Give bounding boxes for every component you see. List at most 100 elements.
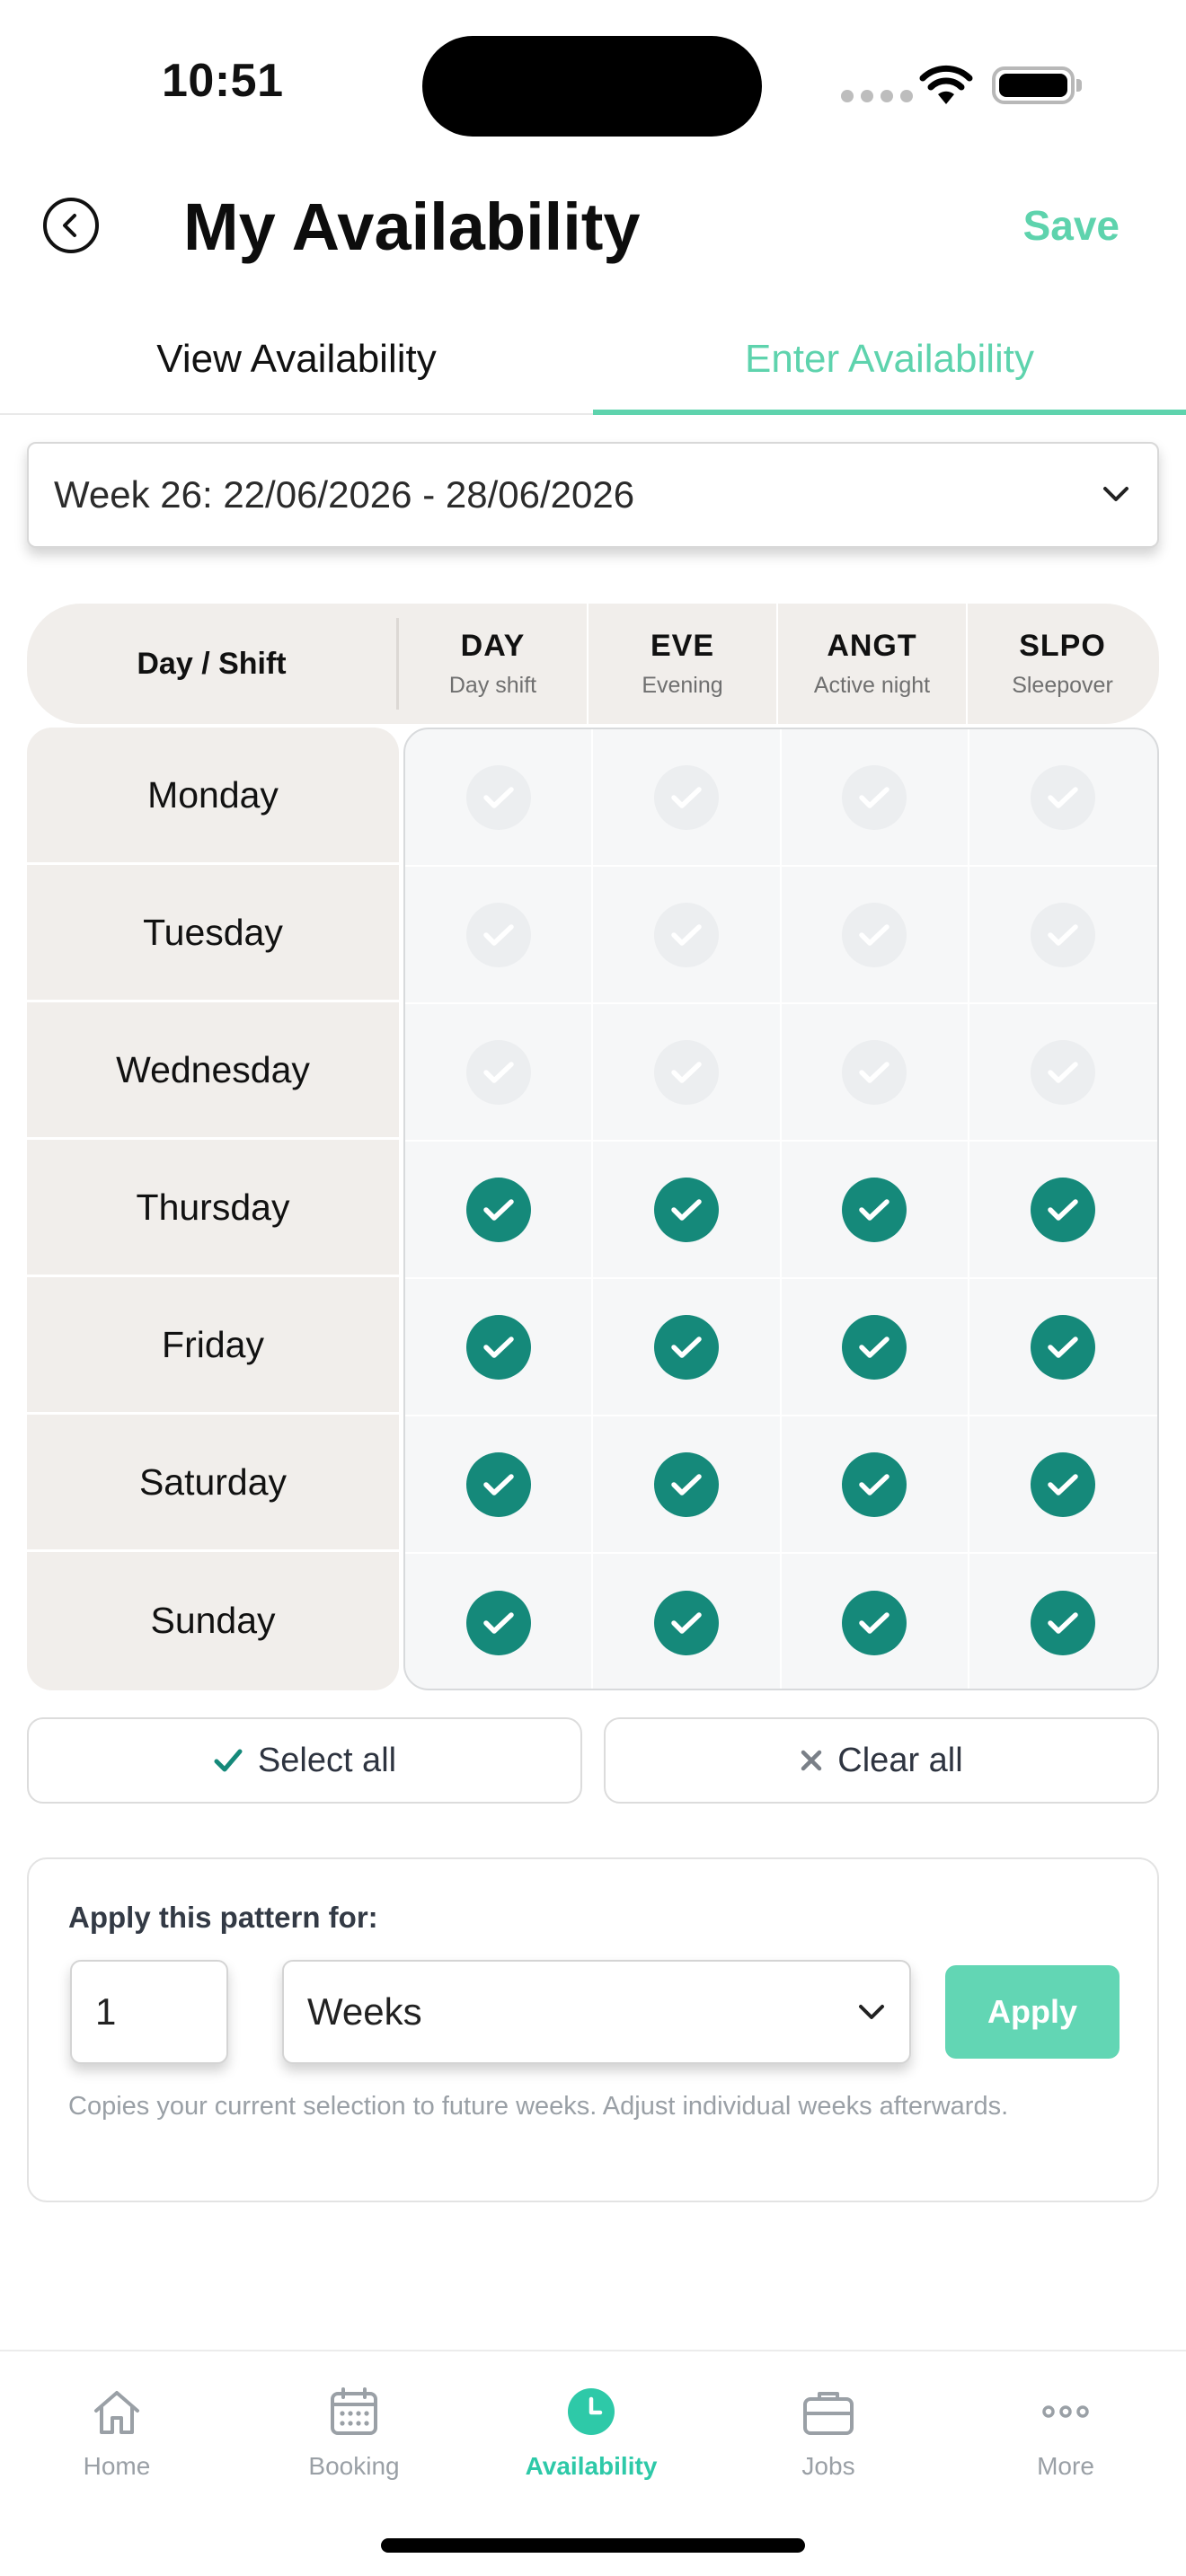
day-label-saturday: Saturday xyxy=(27,1415,399,1552)
pattern-unit-select[interactable]: Weeks xyxy=(282,1960,911,2064)
tab-view-availability[interactable]: View Availability xyxy=(0,305,593,413)
availability-cell-thursday-slpo[interactable] xyxy=(969,1142,1157,1277)
availability-cell-thursday-eve[interactable] xyxy=(593,1142,782,1277)
availability-cell-sunday-slpo[interactable] xyxy=(969,1554,1157,1689)
shift-desc: Active night xyxy=(813,673,931,698)
check-circle-icon xyxy=(465,1177,531,1242)
check-circle-icon xyxy=(465,1039,531,1105)
availability-cell-saturday-slpo[interactable] xyxy=(969,1416,1157,1552)
shift-desc: Evening xyxy=(642,673,723,698)
check-circle-icon xyxy=(465,1451,531,1517)
availability-cell-monday-day[interactable] xyxy=(405,729,594,865)
shift-header-slpo: SLPO Sleepover xyxy=(968,604,1157,724)
grid-header: Day / Shift DAY Day shift EVE Evening AN… xyxy=(27,604,1159,724)
close-icon xyxy=(801,1750,822,1771)
availability-row-monday xyxy=(405,729,1157,867)
nav-jobs[interactable]: Jobs xyxy=(730,2384,927,2481)
check-circle-icon xyxy=(1031,902,1096,967)
pattern-label: Apply this pattern for: xyxy=(68,1901,378,1934)
availability-cell-tuesday-eve[interactable] xyxy=(593,867,782,1002)
availability-cell-thursday-angt[interactable] xyxy=(782,1142,969,1277)
shift-code: SLPO xyxy=(1019,629,1106,663)
shift-code: DAY xyxy=(460,629,526,663)
availability-cell-saturday-angt[interactable] xyxy=(782,1416,969,1552)
availability-cell-saturday-eve[interactable] xyxy=(593,1416,782,1552)
day-label-wednesday: Wednesday xyxy=(27,1002,399,1140)
dynamic-island xyxy=(422,36,762,137)
shift-header-day: DAY Day shift xyxy=(399,604,589,724)
check-circle-icon xyxy=(465,1590,531,1655)
tab-enter-availability[interactable]: Enter Availability xyxy=(593,305,1186,415)
pattern-unit-value: Weeks xyxy=(307,1990,422,2033)
availability-cell-wednesday-day[interactable] xyxy=(405,1004,594,1140)
availability-cell-wednesday-eve[interactable] xyxy=(593,1004,782,1140)
pattern-card: Apply this pattern for: 1 Weeks Apply Co… xyxy=(27,1857,1159,2202)
availability-cell-tuesday-angt[interactable] xyxy=(782,867,969,1002)
check-circle-icon xyxy=(653,764,719,830)
check-circle-icon xyxy=(465,1314,531,1380)
day-label-monday: Monday xyxy=(27,728,399,865)
status-bar: 10:51 xyxy=(0,0,1186,171)
check-circle-icon xyxy=(842,1039,907,1105)
availability-cell-friday-angt[interactable] xyxy=(782,1279,969,1415)
shift-code: EVE xyxy=(650,629,715,663)
back-button[interactable] xyxy=(43,198,99,253)
day-label-friday: Friday xyxy=(27,1277,399,1415)
availability-cell-friday-eve[interactable] xyxy=(593,1279,782,1415)
availability-cell-saturday-day[interactable] xyxy=(405,1416,594,1552)
select-all-label: Select all xyxy=(257,1741,397,1779)
week-select[interactable]: Week 26: 22/06/2026 - 28/06/2026 xyxy=(27,442,1159,548)
check-circle-icon xyxy=(842,1590,907,1655)
chevron-left-icon xyxy=(63,214,76,237)
clear-all-button[interactable]: Clear all xyxy=(604,1717,1159,1804)
check-circle-icon xyxy=(653,1177,719,1242)
day-label-thursday: Thursday xyxy=(27,1140,399,1277)
nav-booking[interactable]: Booking xyxy=(255,2384,453,2481)
availability-cell-thursday-day[interactable] xyxy=(405,1142,594,1277)
availability-cell-monday-eve[interactable] xyxy=(593,729,782,865)
shift-header-angt: ANGT Active night xyxy=(778,604,968,724)
check-circle-icon xyxy=(653,1590,719,1655)
briefcase-icon xyxy=(801,2384,856,2439)
wifi-icon xyxy=(919,65,973,104)
availability-cell-wednesday-slpo[interactable] xyxy=(969,1004,1157,1140)
availability-cell-tuesday-day[interactable] xyxy=(405,867,594,1002)
day-label-tuesday: Tuesday xyxy=(27,865,399,1002)
nav-home[interactable]: Home xyxy=(18,2384,216,2481)
check-circle-icon xyxy=(465,902,531,967)
more-icon xyxy=(1038,2384,1093,2439)
availability-cell-monday-angt[interactable] xyxy=(782,729,969,865)
availability-cell-tuesday-slpo[interactable] xyxy=(969,867,1157,1002)
nav-label: Availability xyxy=(525,2452,658,2480)
apply-button[interactable]: Apply xyxy=(945,1965,1120,2059)
pattern-hint: Copies your current selection to future … xyxy=(68,2092,1009,2121)
day-label-sunday: Sunday xyxy=(150,1600,276,1641)
availability-cell-sunday-angt[interactable] xyxy=(782,1554,969,1689)
availability-cell-monday-slpo[interactable] xyxy=(969,729,1157,865)
availability-cell-sunday-day[interactable] xyxy=(405,1554,594,1689)
home-icon xyxy=(89,2384,145,2439)
save-button[interactable]: Save xyxy=(1023,201,1120,250)
availability-cell-sunday-eve[interactable] xyxy=(593,1554,782,1689)
check-circle-icon xyxy=(653,1314,719,1380)
select-all-button[interactable]: Select all xyxy=(27,1717,582,1804)
nav-label: Booking xyxy=(308,2452,400,2480)
availability-row-friday xyxy=(405,1279,1157,1416)
check-circle-icon xyxy=(653,1451,719,1517)
home-indicator xyxy=(381,2538,805,2553)
nav-availability[interactable]: Availability xyxy=(492,2384,690,2481)
check-circle-icon xyxy=(1031,1039,1096,1105)
availability-cell-friday-day[interactable] xyxy=(405,1279,594,1415)
check-circle-icon xyxy=(465,764,531,830)
check-circle-icon xyxy=(842,1451,907,1517)
nav-label: Jobs xyxy=(801,2452,855,2480)
availability-row-sunday xyxy=(405,1554,1157,1689)
shift-desc: Day shift xyxy=(448,673,537,698)
nav-label: Home xyxy=(83,2452,151,2480)
availability-grid xyxy=(403,728,1159,1690)
availability-cell-friday-slpo[interactable] xyxy=(969,1279,1157,1415)
nav-more[interactable]: More xyxy=(967,2384,1164,2481)
pattern-count-input[interactable]: 1 xyxy=(70,1960,228,2064)
availability-row-wednesday xyxy=(405,1004,1157,1142)
availability-cell-wednesday-angt[interactable] xyxy=(782,1004,969,1140)
